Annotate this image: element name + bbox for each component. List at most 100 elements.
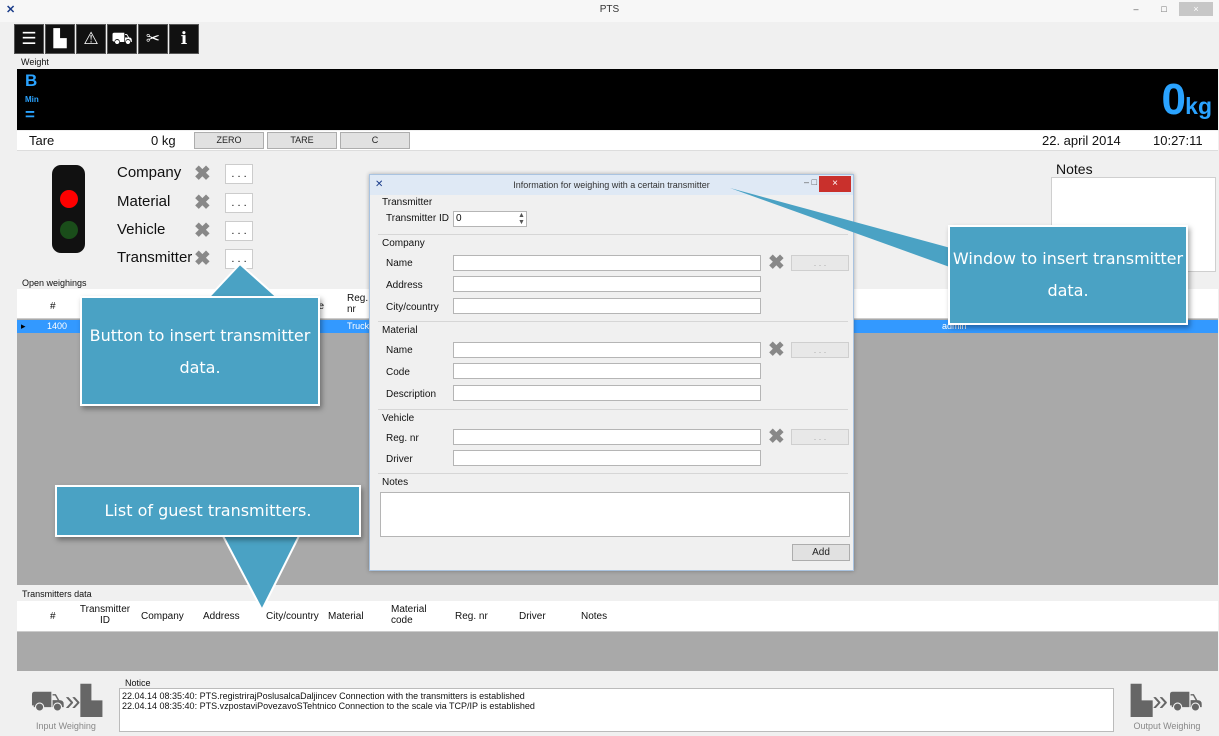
company-label: Company [117, 164, 182, 181]
notice-label: Notice [125, 678, 151, 688]
scale-icon[interactable]: ⚠ [76, 24, 106, 54]
close-button[interactable]: × [1179, 2, 1213, 16]
vehicle-browse-button[interactable]: . . . [791, 429, 849, 445]
material-code-input[interactable] [453, 363, 761, 379]
col-driver: Driver [519, 611, 546, 622]
material-label: Material [117, 193, 171, 210]
minimize-button[interactable]: – [1123, 2, 1149, 16]
tare-label: Tare [29, 133, 55, 148]
company-dots-button[interactable]: . . . [225, 164, 253, 184]
transmitters-grid[interactable]: # Transmitter ID Company Address City/co… [17, 601, 1218, 671]
tare-button[interactable]: TARE [267, 132, 337, 149]
window-controls: – □ × [1123, 2, 1213, 16]
add-button[interactable]: Add [792, 544, 850, 561]
company-address-input[interactable] [453, 276, 761, 292]
material-name-input[interactable] [453, 342, 761, 358]
dialog-title-bar: ✕ Information for weighing with a certai… [370, 175, 853, 195]
notes-label: Notes [1056, 161, 1093, 177]
dialog-title: Information for weighing with a certain … [513, 180, 710, 190]
col-num: # [50, 611, 56, 622]
vehicle-section-label: Vehicle [382, 413, 415, 424]
vehicle-dots-button[interactable]: . . . [225, 221, 253, 241]
toolbar: ☰ ▙ ⚠ ⛟ ✂ ℹ [14, 24, 199, 54]
material-description-input[interactable] [453, 385, 761, 401]
divider [378, 473, 848, 474]
dialog-minimize-button[interactable]: – [804, 177, 809, 187]
zero-button[interactable]: ZERO [194, 132, 264, 149]
tools-icon[interactable]: ✂ [138, 24, 168, 54]
transmitter-section-label: Transmitter [382, 197, 433, 208]
callout-list-info: List of guest transmitters. [55, 485, 361, 537]
clear-vehicle-reg-icon[interactable]: ✖ [768, 424, 785, 449]
indicator-min: Min [25, 95, 39, 104]
transmitters-data-label: Transmitters data [22, 589, 92, 599]
col-material: Material [328, 611, 364, 622]
divider [378, 409, 848, 410]
weight-unit: kg [1185, 93, 1212, 119]
notes-section-label: Notes [382, 477, 409, 488]
vehicle-driver-input[interactable] [453, 450, 761, 466]
output-weighing-button[interactable]: ▙»⛟ Output Weighing [1118, 684, 1216, 734]
transmitter-dialog: ✕ Information for weighing with a certai… [369, 174, 854, 571]
callout-button-info: Button to insert transmitter data. [80, 296, 320, 406]
col-num: # [50, 301, 56, 312]
clear-material-name-icon[interactable]: ✖ [768, 337, 785, 362]
row-pointer-icon: ▸ [21, 321, 26, 331]
material-section-label: Material [382, 325, 418, 336]
log-line: 22.04.14 08:35:40: PTS.registrirajPoslus… [122, 691, 525, 701]
col-company: Company [141, 611, 184, 622]
material-name-label: Name [386, 345, 413, 356]
window-title: PTS [599, 4, 620, 15]
truck-icon[interactable]: ⛟ [107, 24, 137, 54]
tare-value: 0 kg [151, 133, 176, 148]
output-weighing-label: Output Weighing [1133, 721, 1201, 731]
clear-vehicle-icon[interactable]: ✖ [194, 218, 211, 243]
stepper-arrows-icon[interactable]: ▲ ▼ [518, 212, 525, 226]
material-code-label: Code [386, 367, 410, 378]
dialog-notes-textarea[interactable] [380, 492, 850, 537]
vehicle-reg-input[interactable] [453, 429, 761, 445]
clear-material-icon[interactable]: ✖ [194, 190, 211, 215]
clear-company-icon[interactable]: ✖ [194, 161, 211, 186]
col-address: Address [203, 611, 240, 622]
truck-to-factory-icon: ⛟»▙ [29, 685, 103, 716]
material-dots-button[interactable]: . . . [225, 193, 253, 213]
weight-value: 0 [1161, 75, 1186, 124]
divider [378, 234, 848, 235]
company-city-input[interactable] [453, 298, 761, 314]
title-bar: ✕ PTS – □ × [0, 0, 1219, 22]
info-icon[interactable]: ℹ [169, 24, 199, 54]
divider [378, 321, 848, 322]
company-city-label: City/country [386, 302, 439, 313]
transmitter-id-input[interactable]: 0 [453, 211, 527, 227]
time-text: 10:27:11 [1153, 133, 1203, 148]
list-icon[interactable]: ☰ [14, 24, 44, 54]
clear-company-name-icon[interactable]: ✖ [768, 250, 785, 275]
grid-header: # Transmitter ID Company Address City/co… [17, 601, 1218, 632]
transmitter-dots-button[interactable]: . . . [225, 249, 253, 269]
company-section-label: Company [382, 238, 425, 249]
maximize-button[interactable]: □ [1151, 2, 1177, 16]
c-button[interactable]: C [340, 132, 410, 149]
dialog-maximize-button[interactable]: □ [812, 177, 817, 187]
col-transmitter-id: Transmitter ID [79, 604, 131, 626]
weight-display: B Min = 0 kg [17, 69, 1218, 130]
callout-window-info: Window to insert transmitter data. [948, 225, 1188, 325]
vehicle-reg-label: Reg. nr [386, 433, 419, 444]
material-browse-button[interactable]: . . . [791, 342, 849, 358]
vehicle-label: Vehicle [117, 221, 166, 238]
company-name-input[interactable] [453, 255, 761, 271]
row-num: 1400 [47, 321, 68, 331]
clear-transmitter-icon[interactable]: ✖ [194, 246, 211, 271]
tare-row: Tare 0 kg ZERO TARE C 22. april 2014 10:… [17, 131, 1218, 151]
dialog-close-button[interactable]: × [819, 176, 851, 192]
company-browse-button[interactable]: . . . [791, 255, 849, 271]
col-material-code: Material code [391, 604, 427, 626]
factory-icon[interactable]: ▙ [45, 24, 75, 54]
col-reg-nr: Reg. nr [455, 611, 488, 622]
company-name-label: Name [386, 258, 413, 269]
indicator-b: B [25, 71, 38, 90]
input-weighing-button[interactable]: ⛟»▙ Input Weighing [20, 684, 112, 734]
green-lamp [60, 221, 78, 239]
notice-log: 22.04.14 08:35:40: PTS.registrirajPoslus… [119, 688, 1114, 732]
